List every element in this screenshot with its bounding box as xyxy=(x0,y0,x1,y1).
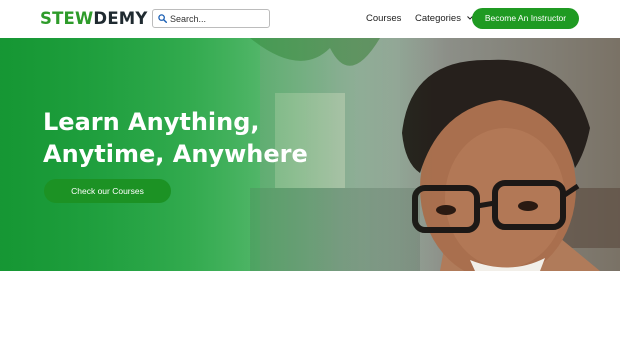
content-area xyxy=(0,271,620,343)
check-courses-button[interactable]: Check our Courses xyxy=(44,179,171,203)
brand-logo-part2: DEMY xyxy=(93,9,148,28)
nav-courses-link[interactable]: Courses xyxy=(366,12,401,25)
hero-title-line-1: Learn Anything, xyxy=(43,108,260,136)
hero-banner: Learn Anything, Anytime, Anywhere Check … xyxy=(0,38,620,271)
nav-categories-dropdown[interactable]: Categories xyxy=(415,12,473,25)
brand-logo[interactable]: STEWDEMY xyxy=(40,9,148,29)
search-box[interactable] xyxy=(152,9,270,28)
become-instructor-button[interactable]: Become An Instructor xyxy=(472,8,579,29)
brand-logo-part1: STEW xyxy=(40,9,94,28)
hero-title: Learn Anything, Anytime, Anywhere xyxy=(43,106,343,170)
site-header: STEWDEMY Courses Categories Become An In… xyxy=(0,0,620,38)
search-icon xyxy=(158,14,167,23)
nav-categories-label: Categories xyxy=(415,13,461,24)
search-input[interactable] xyxy=(170,11,266,26)
hero-title-line-2: Anytime, Anywhere xyxy=(43,140,308,168)
